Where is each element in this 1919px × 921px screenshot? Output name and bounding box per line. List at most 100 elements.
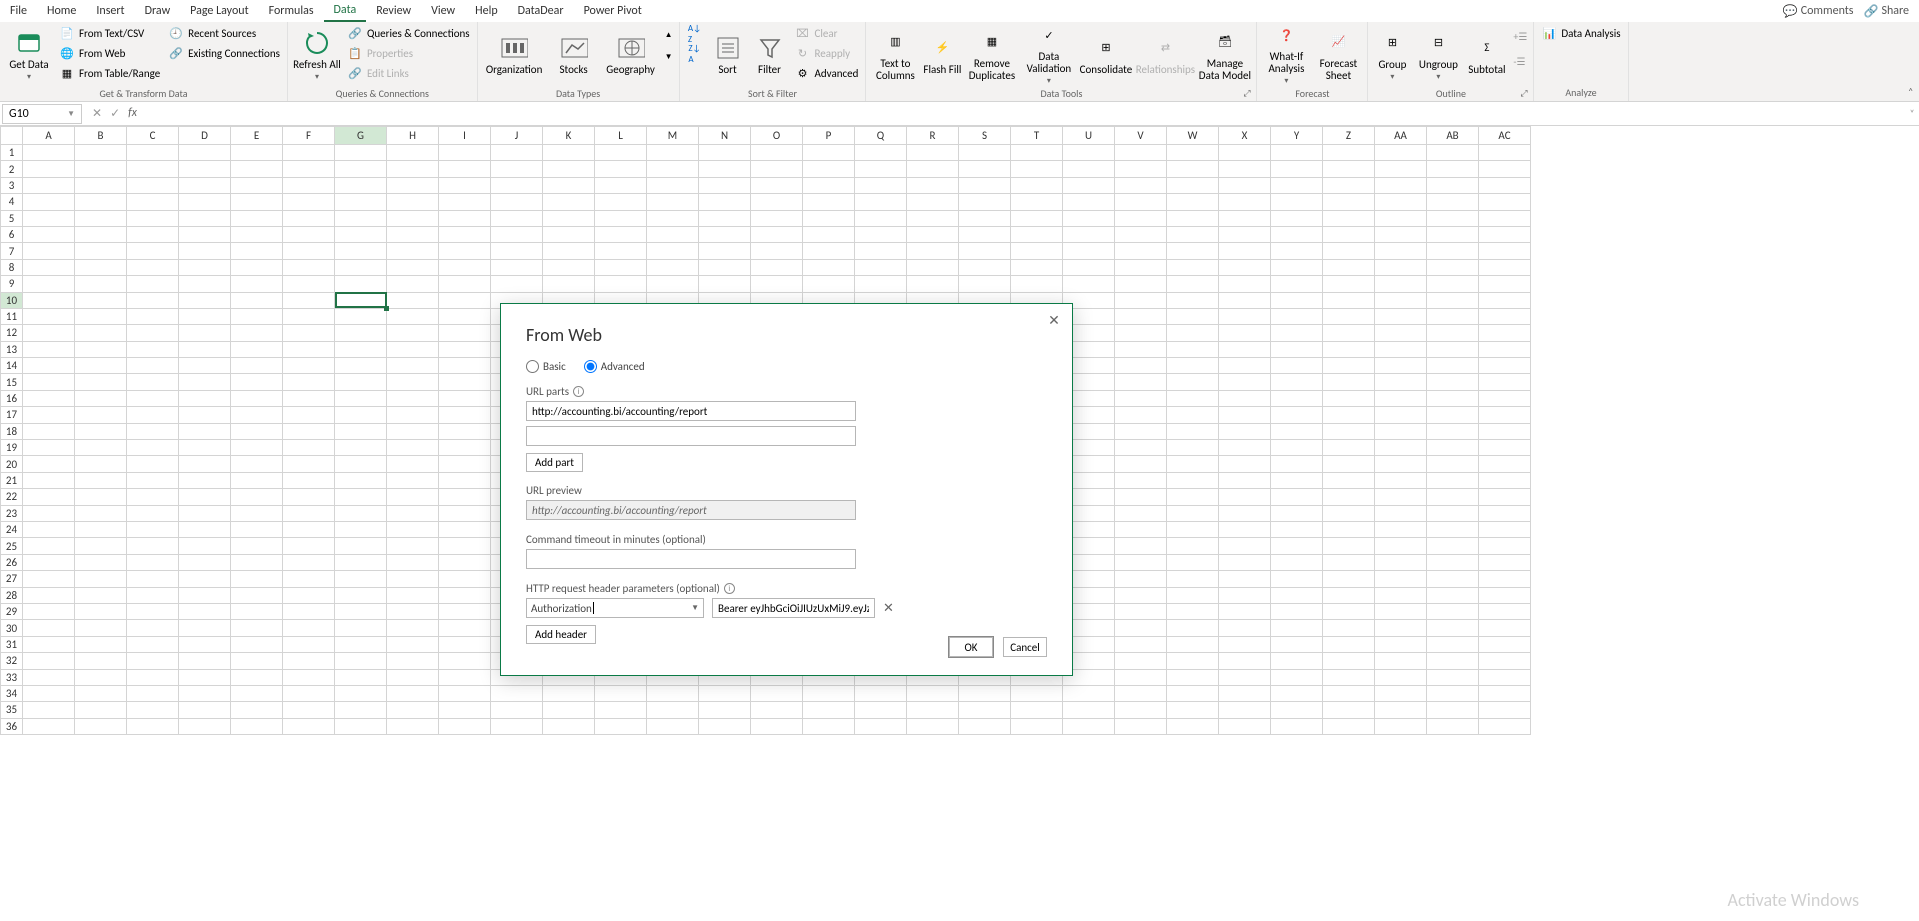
cell[interactable] [1219,571,1271,587]
cell[interactable] [283,210,335,226]
cell[interactable] [75,358,127,374]
cell[interactable] [1115,489,1167,505]
cell[interactable] [595,226,647,242]
cell[interactable] [647,685,699,701]
cell[interactable] [179,571,231,587]
column-header[interactable]: S [959,127,1011,145]
cell[interactable] [751,243,803,259]
cell[interactable] [595,259,647,275]
cell[interactable] [1271,571,1323,587]
row-header[interactable]: 18 [1,423,23,439]
cell[interactable] [179,456,231,472]
cell[interactable] [1115,259,1167,275]
cell[interactable] [1479,423,1531,439]
cell[interactable] [127,718,179,734]
cell[interactable] [335,325,387,341]
cell[interactable] [231,685,283,701]
cell[interactable] [543,177,595,193]
cell[interactable] [907,685,959,701]
cell[interactable] [1323,210,1375,226]
header-value-input[interactable] [712,598,875,618]
cell[interactable] [1167,489,1219,505]
cell[interactable] [179,440,231,456]
cell[interactable] [1427,243,1479,259]
cell[interactable] [1219,243,1271,259]
cell[interactable] [647,210,699,226]
cell[interactable] [1167,505,1219,521]
cell[interactable] [855,276,907,292]
cell[interactable] [1479,210,1531,226]
column-header[interactable]: K [543,127,595,145]
tab-help[interactable]: Help [465,1,508,21]
formula-input[interactable] [145,104,1905,124]
cell[interactable] [959,210,1011,226]
reapply-button[interactable]: ↻Reapply [792,44,862,63]
cell[interactable] [23,440,75,456]
cell[interactable] [1115,505,1167,521]
cell[interactable] [1479,259,1531,275]
cell[interactable] [335,702,387,718]
cell[interactable] [1427,194,1479,210]
cell[interactable] [1427,489,1479,505]
cell[interactable] [127,538,179,554]
cell[interactable] [75,390,127,406]
cell[interactable] [439,407,491,423]
filter-button[interactable]: Filter [750,24,790,86]
cell[interactable] [283,603,335,619]
cell[interactable] [231,489,283,505]
cell[interactable] [1479,669,1531,685]
cell[interactable] [127,341,179,357]
cell[interactable] [1323,620,1375,636]
cell[interactable] [75,145,127,161]
cell[interactable] [959,718,1011,734]
cell[interactable] [803,226,855,242]
cell[interactable] [179,194,231,210]
cell[interactable] [1479,358,1531,374]
cell[interactable] [1271,341,1323,357]
column-header[interactable]: N [699,127,751,145]
cell[interactable] [595,718,647,734]
cell[interactable] [75,325,127,341]
cell[interactable] [439,636,491,652]
cell[interactable] [439,702,491,718]
cell[interactable] [803,718,855,734]
cell[interactable] [1427,374,1479,390]
cell[interactable] [595,243,647,259]
data-validation-button[interactable]: ✓Data Validation▾ [1021,24,1076,86]
cancel-formula-button[interactable]: ✕ [92,106,102,121]
cell[interactable] [1167,194,1219,210]
cell[interactable] [1427,456,1479,472]
cell[interactable] [439,358,491,374]
cell[interactable] [335,456,387,472]
cell[interactable] [23,571,75,587]
datatype-up-button[interactable]: ▲ [665,30,673,40]
cell[interactable] [1323,390,1375,406]
cell[interactable] [803,194,855,210]
cell[interactable] [335,472,387,488]
cell[interactable] [179,210,231,226]
row-header[interactable]: 12 [1,325,23,341]
cell[interactable] [1479,620,1531,636]
from-web-button[interactable]: 🌐From Web [56,44,163,63]
cell[interactable] [283,358,335,374]
cell[interactable] [1167,571,1219,587]
cell[interactable] [387,718,439,734]
advanced-radio[interactable]: Advanced [584,360,645,373]
cell[interactable] [1271,472,1323,488]
cell[interactable] [647,702,699,718]
cell[interactable] [647,177,699,193]
ok-button[interactable]: OK [949,637,993,657]
cell[interactable] [1375,177,1427,193]
cell[interactable] [1271,653,1323,669]
cell[interactable] [23,472,75,488]
cell[interactable] [283,472,335,488]
cell[interactable] [387,292,439,308]
cell[interactable] [387,423,439,439]
cell[interactable] [335,554,387,570]
cell[interactable] [439,341,491,357]
cell[interactable] [231,145,283,161]
cell[interactable] [1063,259,1115,275]
cell[interactable] [1427,325,1479,341]
cell[interactable] [855,685,907,701]
data-analysis-button[interactable]: 📊Data Analysis [1538,24,1623,43]
